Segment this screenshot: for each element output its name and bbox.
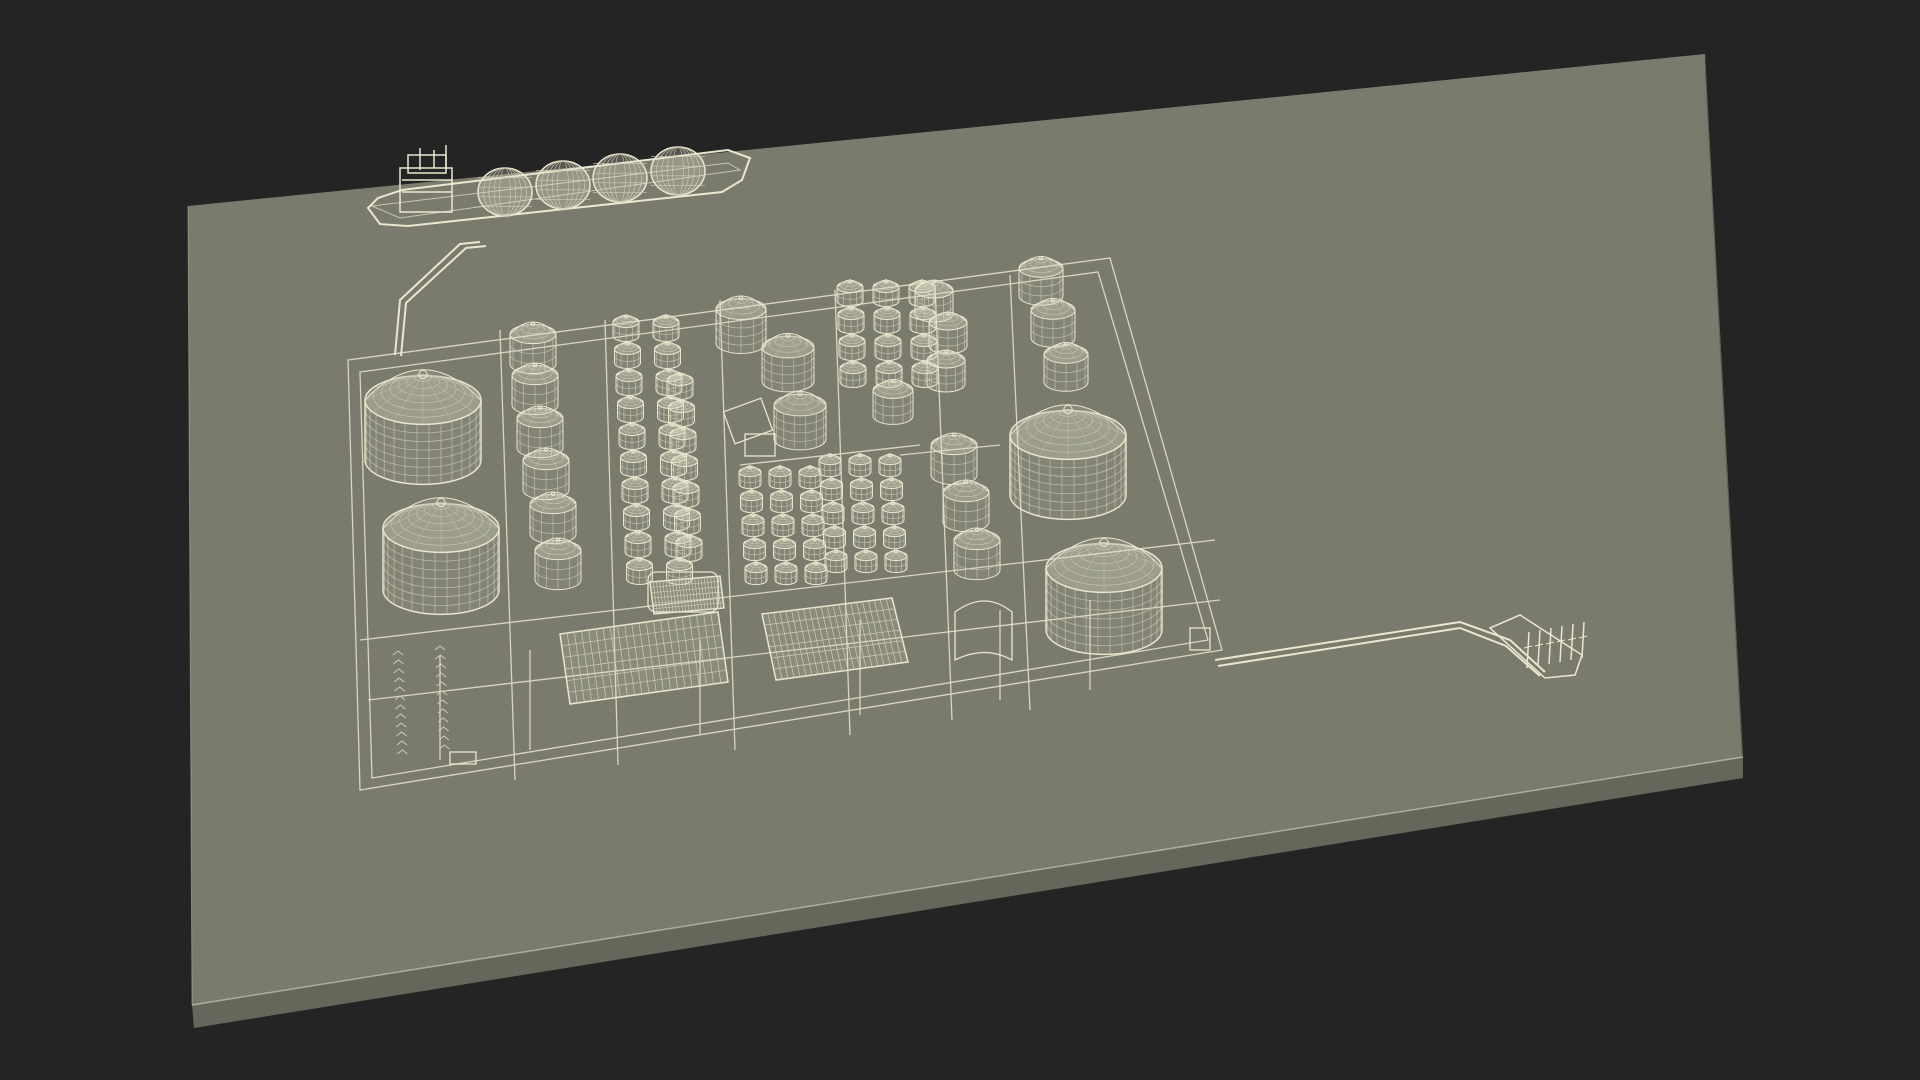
small-storage-tank <box>873 306 901 334</box>
small-storage-tank <box>838 333 866 361</box>
small-storage-tank <box>804 561 828 586</box>
small-storage-tank <box>803 537 826 562</box>
medium-storage-tank <box>953 527 1001 581</box>
small-storage-tank <box>768 465 792 490</box>
small-storage-tank <box>880 477 903 502</box>
small-storage-tank <box>824 549 848 574</box>
small-storage-tank <box>884 549 908 574</box>
small-storage-tank <box>652 314 680 342</box>
small-storage-tank <box>823 525 846 550</box>
small-shed <box>649 575 725 615</box>
small-storage-tank <box>771 513 795 538</box>
small-storage-tank <box>839 360 867 388</box>
small-storage-tank <box>874 333 902 361</box>
small-storage-tank <box>850 477 873 502</box>
small-storage-tank <box>881 501 905 526</box>
medium-storage-tank <box>715 295 767 354</box>
ship-cargo-dome <box>650 146 706 196</box>
small-storage-tank <box>798 465 822 490</box>
large-lng-tank <box>1009 404 1127 521</box>
small-storage-tank <box>614 341 641 369</box>
small-storage-tank <box>666 372 694 400</box>
ship-cargo-dome <box>535 160 591 210</box>
small-storage-tank <box>770 489 793 514</box>
small-storage-tank <box>612 314 640 342</box>
small-storage-tank <box>618 422 646 450</box>
small-storage-tank <box>773 537 796 562</box>
small-storage-tank <box>671 453 698 481</box>
medium-storage-tank <box>1018 256 1064 306</box>
medium-storage-tank <box>1030 298 1076 348</box>
small-storage-tank <box>853 525 876 550</box>
medium-storage-tank <box>928 311 968 355</box>
small-storage-tank <box>674 507 701 535</box>
small-storage-tank <box>744 561 768 586</box>
small-storage-tank <box>621 476 649 504</box>
large-lng-tank <box>364 369 482 486</box>
medium-storage-tank <box>926 349 966 393</box>
small-storage-tank <box>615 368 643 396</box>
small-storage-tank <box>617 395 644 423</box>
small-storage-tank <box>623 503 650 531</box>
medium-storage-tank <box>942 479 990 533</box>
medium-storage-tank <box>522 447 570 501</box>
small-storage-tank <box>800 489 823 514</box>
small-storage-tank <box>669 426 697 454</box>
medium-storage-tank <box>930 432 978 486</box>
ship-cargo-dome <box>477 167 533 217</box>
small-storage-tank <box>883 525 906 550</box>
medium-storage-tank <box>529 491 577 545</box>
small-storage-tank <box>741 513 765 538</box>
small-storage-tank <box>672 480 700 508</box>
small-storage-tank <box>851 501 875 526</box>
small-storage-tank <box>878 453 902 478</box>
small-storage-tank <box>848 453 872 478</box>
ship-cargo-dome <box>592 153 648 203</box>
small-storage-tank <box>818 453 842 478</box>
small-storage-tank <box>738 465 762 490</box>
small-storage-tank <box>624 530 652 558</box>
render-viewport <box>0 0 1920 1080</box>
large-lng-tank <box>382 497 500 616</box>
small-storage-tank <box>740 489 763 514</box>
medium-storage-tank <box>1043 342 1089 392</box>
medium-storage-tank <box>872 379 914 425</box>
small-storage-tank <box>774 561 798 586</box>
small-storage-tank <box>854 549 878 574</box>
small-storage-tank <box>836 279 864 307</box>
small-storage-tank <box>837 306 865 334</box>
small-storage-tank <box>668 399 695 427</box>
small-storage-tank <box>675 534 703 562</box>
medium-storage-tank <box>534 537 582 591</box>
small-storage-tank <box>821 501 845 526</box>
small-storage-tank <box>654 341 681 369</box>
large-lng-tank <box>1045 537 1163 656</box>
small-storage-tank <box>872 279 900 307</box>
lng-terminal-wireframe-scene <box>187 54 1744 1028</box>
small-storage-tank <box>820 477 843 502</box>
medium-storage-tank <box>773 391 827 451</box>
medium-storage-tank <box>761 333 815 393</box>
small-storage-tank <box>620 449 647 477</box>
small-storage-tank <box>743 537 766 562</box>
small-storage-tank <box>801 513 825 538</box>
